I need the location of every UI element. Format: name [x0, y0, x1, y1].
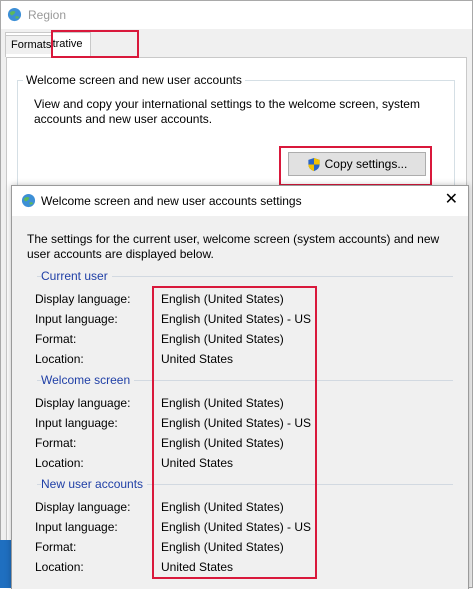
- welcome-group-title: Welcome screen and new user accounts: [23, 73, 245, 87]
- welcome-description: View and copy your international setting…: [34, 97, 420, 126]
- row-label: Display language:: [35, 500, 131, 514]
- background-strip: [0, 540, 11, 588]
- row-label: Format:: [35, 540, 77, 554]
- row-label: Display language:: [35, 292, 131, 306]
- dialog-intro-text: The settings for the current user, welco…: [27, 232, 440, 261]
- dialog-title: Welcome screen and new user accounts set…: [41, 194, 302, 208]
- close-icon[interactable]: ✕: [445, 191, 458, 209]
- row-label: Display language:: [35, 396, 131, 410]
- values-highlight-box: [152, 286, 317, 579]
- row-label: Format:: [35, 332, 77, 346]
- copy-button-highlight-box: [279, 146, 432, 186]
- row-label: Input language:: [35, 312, 118, 326]
- settings-dialog: Welcome screen and new user accounts set…: [11, 185, 469, 589]
- section-title-welcome-screen: Welcome screen: [41, 373, 135, 387]
- row-label: Location:: [35, 560, 84, 574]
- tab-highlight-box: [51, 30, 139, 58]
- dialog-titlebar: Welcome screen and new user accounts set…: [12, 186, 468, 216]
- row-label: Location:: [35, 456, 84, 470]
- region-titlebar: Region: [1, 1, 472, 29]
- section-title-current-user: Current user: [41, 269, 112, 283]
- row-label: Location:: [35, 352, 84, 366]
- row-label: Input language:: [35, 416, 118, 430]
- window-title: Region: [28, 8, 67, 22]
- section-title-new-user-accounts: New user accounts: [41, 477, 148, 491]
- tab-formats[interactable]: Formats: [5, 35, 52, 54]
- globe-icon: [21, 193, 36, 208]
- row-label: Input language:: [35, 520, 118, 534]
- row-label: Format:: [35, 436, 77, 450]
- globe-icon: [7, 7, 22, 22]
